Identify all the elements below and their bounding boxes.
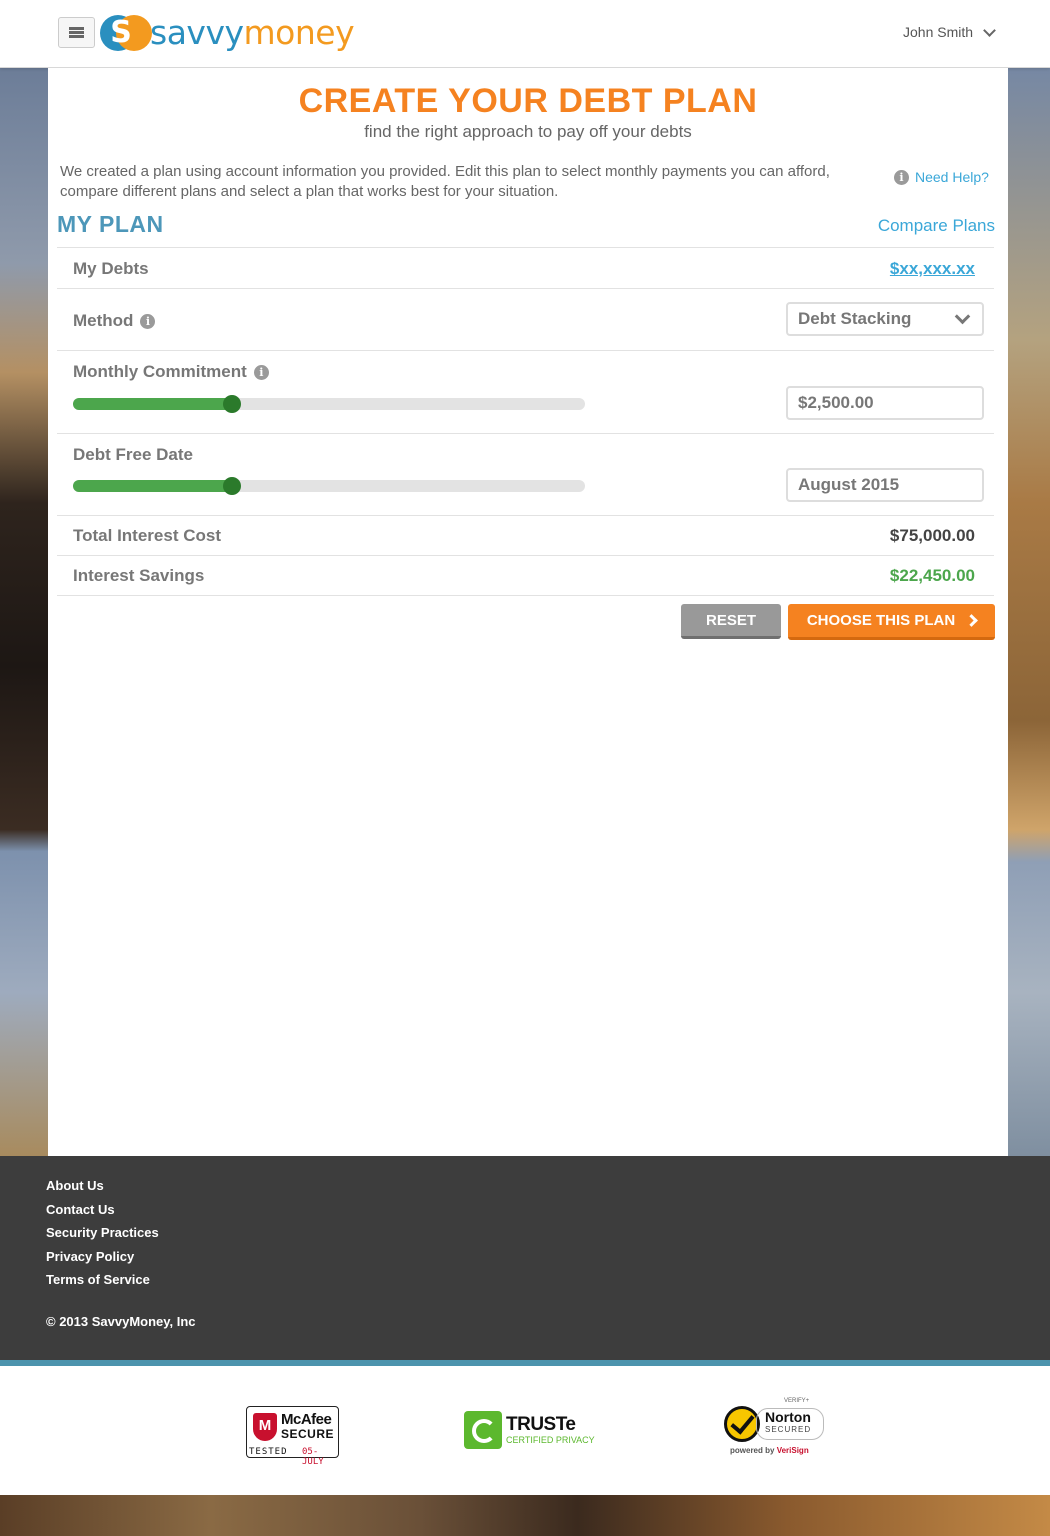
reset-button[interactable]: RESET [681,604,781,639]
footer: About Us Contact Us Security Practices P… [0,1156,1050,1360]
mcafee-secure-badge[interactable]: M McAfee SECURE TESTED 05-JULY [246,1406,339,1467]
menu-button[interactable] [58,17,95,48]
monthly-commitment-input[interactable]: $2,500.00 [786,386,984,420]
page-title: CREATE YOUR DEBT PLAN [298,82,758,120]
my-debts-row: My Debts $xx,xxx.xx [57,247,994,288]
need-help-label: Need Help? [915,169,989,185]
norton-check-icon [724,1406,760,1442]
logo-text: savvymoney [150,13,355,52]
slider-fill [73,398,232,410]
debt-free-date-input[interactable]: August 2015 [786,468,984,502]
footer-link-terms[interactable]: Terms of Service [46,1268,159,1292]
my-plan-heading: MY PLAN [57,211,164,237]
footer-link-privacy[interactable]: Privacy Policy [46,1245,159,1269]
my-debts-label: My Debts [73,259,149,278]
debt-free-date-label: Debt Free Date [73,445,193,464]
chevron-down-icon [954,308,971,325]
copyright: © 2013 SavvyMoney, Inc [46,1314,196,1329]
monthly-commitment-row: Monthly Commitment i $2,500.00 [57,350,994,433]
slider-handle[interactable] [222,477,241,495]
monthly-commitment-label: Monthly Commitment i [73,362,269,382]
interest-savings-value: $22,450.00 [889,566,975,585]
truste-badge[interactable]: TRUSTe CERTIFIED PRIVACY [464,1411,595,1449]
user-name: John Smith [903,24,974,40]
need-help-link[interactable]: i Need Help? [894,169,989,185]
intro-text: We created a plan using account informat… [60,163,830,200]
slider-fill [73,480,232,492]
savvymoney-logo[interactable]: S savvymoney [98,13,355,52]
info-icon: i [894,169,909,185]
user-menu[interactable]: John Smith [903,23,996,40]
truste-logo-icon [464,1411,502,1449]
my-debts-value[interactable]: $xx,xxx.xx [890,259,975,279]
footer-link-contact[interactable]: Contact Us [46,1198,159,1222]
background-photo-bottom [0,1495,1050,1536]
info-icon[interactable]: i [253,364,269,380]
background-photo-left [0,68,48,1156]
debt-free-date-slider[interactable] [73,477,585,495]
interest-savings-row: Interest Savings $22,450.00 [57,555,994,596]
total-interest-cost-row: Total Interest Cost $75,000.00 [57,515,994,555]
compare-plans-link[interactable]: Compare Plans [878,216,995,236]
footer-link-about[interactable]: About Us [46,1174,159,1198]
hamburger-menu-icon [69,27,84,38]
total-interest-cost-label: Total Interest Cost [73,526,221,545]
norton-secured-badge[interactable]: VERIFY+ Norton SECURED powered by VeriSi… [722,1398,826,1460]
background-photo-right [1008,68,1050,1156]
interest-savings-label: Interest Savings [73,566,205,585]
page-subtitle: find the right approach to pay off your … [364,122,692,141]
choose-plan-button[interactable]: CHOOSE THIS PLAN [788,604,995,640]
logo-mark-icon: S [98,14,154,52]
trust-badges: M McAfee SECURE TESTED 05-JULY TRUSTe CE… [0,1366,1050,1495]
method-select[interactable]: Debt Stacking [786,302,984,336]
mcafee-shield-icon: M [253,1413,277,1441]
top-header: S savvymoney John Smith [0,0,1050,68]
chevron-right-icon [965,614,979,627]
info-icon[interactable]: i [140,313,156,329]
slider-handle[interactable] [222,395,241,413]
chevron-down-icon [983,23,996,37]
method-label: Method i [73,311,156,331]
footer-links: About Us Contact Us Security Practices P… [46,1174,159,1292]
total-interest-cost-value: $75,000.00 [889,526,975,545]
monthly-commitment-slider[interactable] [73,395,585,413]
debt-free-date-row: Debt Free Date August 2015 [57,433,994,515]
debt-plan-card: CREATE YOUR DEBT PLAN find the right app… [48,68,1008,1156]
method-row: Method i Debt Stacking [57,288,994,350]
footer-link-security[interactable]: Security Practices [46,1221,159,1245]
